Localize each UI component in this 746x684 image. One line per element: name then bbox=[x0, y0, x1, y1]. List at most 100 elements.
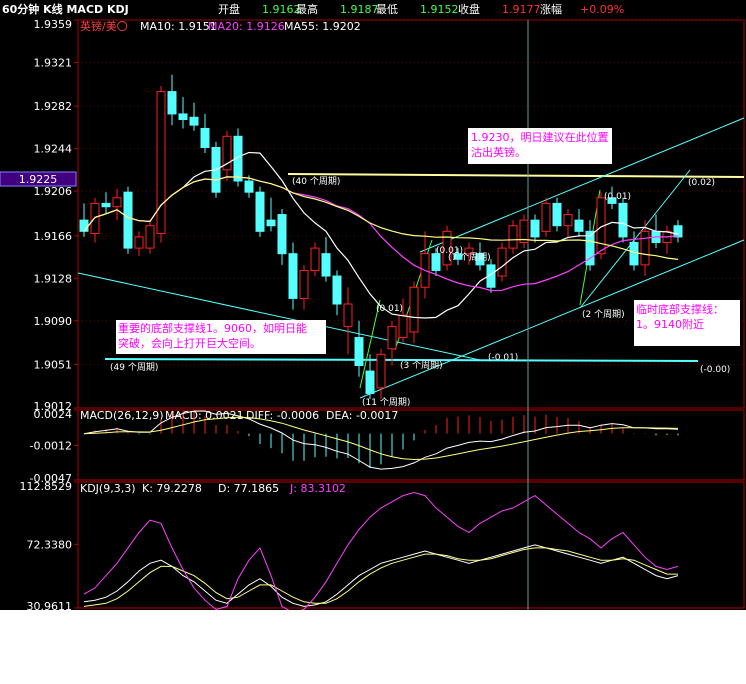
candle-body bbox=[299, 269, 309, 299]
label-001-c: (0.01) bbox=[376, 304, 403, 314]
y-tick-label: 1.9359 bbox=[34, 18, 73, 31]
candle-body bbox=[145, 225, 155, 249]
y-tick-label: 1.9166 bbox=[34, 230, 73, 243]
label-7-periods: (7 个周期) bbox=[448, 252, 491, 263]
main-legend-ma20: MA20: 1.9126 bbox=[208, 20, 285, 33]
candle-body bbox=[431, 253, 441, 271]
main-legend-ma55: MA55: 1.9202 bbox=[284, 20, 361, 33]
candle-body bbox=[255, 191, 265, 232]
candle-body bbox=[310, 247, 320, 271]
kdj-k-line bbox=[83, 544, 679, 607]
header-high-value: 1.9187 bbox=[340, 3, 379, 16]
label-2-periods: (2 个周期) bbox=[582, 309, 625, 320]
candle-body bbox=[365, 370, 375, 394]
candle-body bbox=[266, 219, 276, 227]
label-49-periods: (49 个周期) bbox=[110, 362, 158, 373]
candle-body bbox=[134, 236, 144, 249]
y-tick-label: 1.9051 bbox=[34, 358, 73, 371]
note3-line2: 1。9140附近 bbox=[636, 317, 704, 331]
candle-body bbox=[332, 275, 342, 305]
candle-body bbox=[409, 286, 419, 333]
header-low-value: 1.9152 bbox=[420, 3, 459, 16]
chart-area: 60分钟 K线 MACD KDJ 开盘 1.9162 最高 1.9187 最低 … bbox=[0, 0, 746, 614]
candle-body bbox=[288, 253, 298, 299]
candle-body bbox=[123, 191, 133, 249]
header-change-label: 涨幅 bbox=[540, 3, 562, 16]
kdj-legend-name: KDJ(9,3,3) bbox=[80, 482, 136, 495]
y-tick-label: 112.8529 bbox=[20, 480, 73, 493]
y-tick-label: 1.9282 bbox=[34, 100, 73, 113]
y-tick-label: 1.9321 bbox=[34, 56, 73, 69]
label-m000: (-0.00) bbox=[700, 365, 730, 375]
label-11-periods: (11 个周期) bbox=[362, 397, 410, 408]
candle-body bbox=[640, 230, 650, 266]
candle-body bbox=[343, 303, 353, 327]
macd-legend-diff: DIFF: -0.0006 bbox=[246, 409, 319, 422]
candle-body bbox=[552, 202, 562, 227]
macd-legend-name: MACD(26,12,9) bbox=[80, 409, 164, 422]
resistance-line-40 bbox=[287, 173, 745, 178]
candle-body bbox=[200, 127, 210, 148]
candle-body bbox=[376, 353, 386, 389]
macd-legend-dea: DEA: -0.0017 bbox=[326, 409, 398, 422]
note1-line2: 沽出英镑。 bbox=[471, 145, 526, 159]
candle-body bbox=[563, 214, 573, 227]
label-3-periods: (3 个周期) bbox=[400, 360, 443, 371]
kdj-legend-k: K: 79.2278 bbox=[142, 482, 202, 495]
candle-body bbox=[354, 337, 364, 367]
note3-line1: 临时底部支撑线： bbox=[636, 302, 724, 316]
current-price-tag: 1.9225 bbox=[19, 173, 58, 186]
candle-body bbox=[530, 219, 540, 238]
candle-body bbox=[398, 314, 408, 339]
candle-body bbox=[629, 242, 639, 266]
kdj-d-line bbox=[83, 547, 678, 607]
header-title: 60分钟 K线 MACD KDJ bbox=[2, 2, 129, 16]
main-legend-symbol: 英镑/美〇 bbox=[80, 19, 128, 33]
y-tick-label: 0.0024 bbox=[34, 408, 73, 421]
header-change-value: +0.09% bbox=[580, 3, 624, 16]
candle-body bbox=[277, 214, 287, 255]
candle-body bbox=[79, 219, 89, 232]
candle-body bbox=[178, 113, 188, 121]
header-close-label: 收盘 bbox=[458, 2, 480, 16]
candle-body bbox=[497, 247, 507, 277]
candle-body bbox=[101, 202, 111, 208]
candle-body bbox=[673, 225, 683, 238]
label-001-a: (0.01) bbox=[604, 192, 631, 202]
header-open-label: 开盘 bbox=[218, 2, 240, 16]
candle-body bbox=[189, 116, 199, 126]
header-close-value: 1.9177 bbox=[502, 3, 541, 16]
candle-body bbox=[112, 197, 122, 208]
y-tick-label: -0.0012 bbox=[30, 439, 72, 452]
candle-body bbox=[167, 91, 177, 115]
label-40-periods: (40 个周期) bbox=[292, 176, 340, 187]
kdj-series bbox=[83, 491, 679, 614]
note1-line1: 1.9230，明日建议在此位置 bbox=[471, 130, 609, 144]
candle-body bbox=[244, 180, 254, 193]
note2-line1: 重要的底部支撑线1。9060，如明日能 bbox=[118, 321, 307, 335]
y-tick-label: 1.9244 bbox=[34, 143, 73, 156]
header-high-label: 最高 bbox=[296, 2, 318, 16]
panel-frame-2 bbox=[77, 481, 745, 609]
kdj-j-line bbox=[83, 491, 679, 614]
candle-body bbox=[574, 219, 584, 232]
candle-body bbox=[541, 202, 551, 232]
candle-body bbox=[508, 225, 518, 249]
y-tick-label: 1.9128 bbox=[34, 272, 73, 285]
main-legend-ma10: MA10: 1.9151 bbox=[140, 20, 217, 33]
y-tick-label: 72.3380 bbox=[27, 538, 73, 551]
y-tick-label: 1.9206 bbox=[34, 185, 73, 198]
kdj-legend-j: J: 83.3102 bbox=[289, 482, 346, 495]
label-m001: (-0.01) bbox=[488, 353, 518, 363]
y-tick-label: 30.9611 bbox=[27, 600, 73, 610]
header-low-label: 最低 bbox=[376, 3, 398, 16]
chart-svg: 60分钟 K线 MACD KDJ 开盘 1.9162 最高 1.9187 最低 … bbox=[0, 2, 745, 614]
candle-body bbox=[90, 202, 100, 235]
note2-line2: 突破，会向上打开巨大空间。 bbox=[118, 336, 261, 350]
label-002: (0.02) bbox=[688, 178, 715, 188]
y-tick-label: 1.9090 bbox=[34, 315, 73, 328]
kdj-legend-d: D: 77.1865 bbox=[218, 482, 279, 495]
header-open-value: 1.9162 bbox=[262, 3, 301, 16]
candle-body bbox=[321, 253, 331, 277]
candle-body bbox=[618, 202, 628, 238]
